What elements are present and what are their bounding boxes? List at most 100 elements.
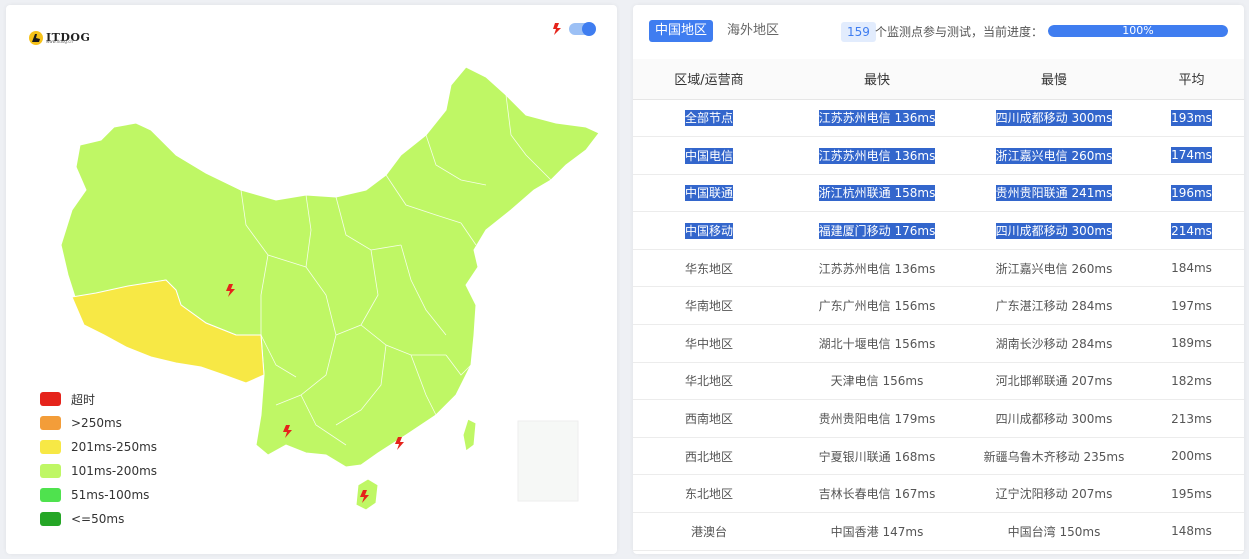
fastest-cell-text: 湖北十堰电信 156ms	[818, 336, 936, 351]
slowest-cell: 四川成都移动 300ms	[969, 99, 1139, 138]
legend-swatch	[40, 464, 61, 478]
progress-label: 100%	[1122, 25, 1154, 37]
legend-label: 101ms-200ms	[71, 464, 158, 478]
region-cell: 华南地区	[633, 286, 785, 326]
region-cell: 中国移动	[633, 211, 785, 250]
legend-item[interactable]: 201ms-250ms	[40, 435, 157, 459]
region-cell-text: 华北地区	[684, 374, 733, 389]
region-cell-text: 华南地区	[684, 299, 733, 314]
fastest-cell: 江苏苏州电信 136ms	[785, 99, 969, 138]
slowest-cell-text: 广东湛江移动 284ms	[995, 299, 1113, 314]
average-cell-text: 213ms	[1171, 411, 1212, 426]
legend-label: 超时	[71, 392, 96, 407]
table-row: 中国电信 江苏苏州电信 136ms 浙江嘉兴电信 260ms 174ms	[633, 136, 1244, 175]
progress-bar: 100%	[1048, 25, 1228, 37]
average-cell: 184ms	[1139, 249, 1244, 288]
table-row: 西南地区 贵州贵阳电信 179ms 四川成都移动 300ms 213ms	[633, 399, 1244, 438]
fastest-cell: 广东广州电信 156ms	[785, 286, 969, 326]
legend-item[interactable]: 101ms-200ms	[40, 459, 157, 483]
average-cell-text: 193ms	[1171, 109, 1212, 126]
slowest-cell: 湖南长沙移动 284ms	[969, 324, 1139, 363]
region-cell: 华中地区	[633, 324, 785, 363]
fastest-cell-text: 中国香港 147ms	[830, 524, 924, 539]
legend-label: 51ms-100ms	[71, 488, 150, 502]
slowest-cell-text: 湖南长沙移动 284ms	[995, 336, 1113, 351]
region-cell-text: 中国移动	[684, 223, 733, 240]
slowest-cell-text: 中国台湾 150ms	[1007, 524, 1101, 539]
average-cell: 213ms	[1139, 399, 1244, 438]
dog-icon	[29, 31, 43, 45]
region-cell: 港澳台	[633, 512, 785, 551]
region-cell-text: 中国联通	[684, 185, 733, 202]
itdog-logo: ITDOG www.itdog.cn	[28, 25, 90, 49]
region-cell: 中国电信	[633, 136, 785, 175]
fastest-cell-text: 广东广州电信 156ms	[818, 299, 936, 314]
average-cell: 214ms	[1139, 211, 1244, 250]
average-cell: 174ms	[1139, 136, 1244, 175]
logo-subtext: www.itdog.cn	[46, 39, 73, 44]
average-cell-text: 148ms	[1171, 524, 1212, 539]
fastest-cell-text: 江苏苏州电信 136ms	[818, 147, 936, 164]
average-cell-text: 174ms	[1171, 147, 1212, 164]
fastest-cell-text: 贵州贵阳电信 179ms	[818, 412, 936, 427]
tab-china[interactable]: 中国地区	[649, 20, 714, 42]
average-cell: 196ms	[1139, 174, 1244, 213]
fastest-cell: 中国香港 147ms	[785, 512, 969, 551]
slowest-cell: 四川成都移动 300ms	[969, 211, 1139, 250]
fastest-cell: 福建厦门移动 176ms	[785, 211, 969, 250]
average-cell-text: 196ms	[1171, 184, 1212, 201]
results-table: 区域/运营商 最快 最慢 平均 全部节点 江苏苏州电信 136ms 四川成都移动 3…	[633, 59, 1244, 551]
fastest-cell: 江苏苏州电信 136ms	[785, 249, 969, 288]
results-toolbar: 中国地区 海外地区 159 个监测点参与测试，当前进度： 100%	[633, 5, 1244, 60]
slowest-cell: 辽宁沈阳移动 207ms	[969, 474, 1139, 514]
legend-label: <=50ms	[71, 512, 125, 526]
probe-count-text: 个监测点参与测试，当前进度：	[875, 25, 1044, 39]
legend-item[interactable]: >250ms	[40, 411, 157, 435]
table-row: 中国联通 浙江杭州联通 158ms 贵州贵阳联通 241ms 196ms	[633, 174, 1244, 213]
column-header-average: 平均	[1139, 59, 1244, 100]
legend-item[interactable]: 51ms-100ms	[40, 483, 157, 507]
average-cell-text: 182ms	[1171, 373, 1212, 388]
fastest-cell: 宁夏银川联通 168ms	[785, 437, 969, 476]
slowest-cell-text: 河北邯郸联通 207ms	[995, 374, 1113, 389]
average-cell: 182ms	[1139, 362, 1244, 401]
fastest-cell-text: 天津电信 156ms	[830, 374, 924, 389]
legend-swatch	[40, 416, 61, 430]
slowest-cell: 中国台湾 150ms	[969, 512, 1139, 551]
slowest-cell-text: 四川成都移动 300ms	[995, 110, 1113, 127]
marker-toggle-switch[interactable]	[569, 22, 596, 36]
legend-label: 201ms-250ms	[71, 440, 158, 454]
average-cell: 195ms	[1139, 474, 1244, 514]
average-cell-text: 214ms	[1171, 222, 1212, 239]
table-row: 华北地区 天津电信 156ms 河北邯郸联通 207ms 182ms	[633, 362, 1244, 401]
slowest-cell: 广东湛江移动 284ms	[969, 286, 1139, 326]
legend-item[interactable]: 超时	[40, 387, 157, 411]
region-cell: 西北地区	[633, 437, 785, 476]
slowest-cell: 浙江嘉兴电信 260ms	[969, 136, 1139, 175]
table-row: 华中地区 湖北十堰电信 156ms 湖南长沙移动 284ms 189ms	[633, 324, 1244, 363]
average-cell: 148ms	[1139, 512, 1244, 551]
region-cell-text: 华中地区	[684, 336, 733, 351]
slowest-cell-text: 四川成都移动 300ms	[995, 223, 1113, 240]
column-header-fastest: 最快	[785, 59, 969, 100]
region-cell: 中国联通	[633, 174, 785, 213]
table-row: 中国移动 福建厦门移动 176ms 四川成都移动 300ms 214ms	[633, 211, 1244, 250]
lightning-icon	[553, 23, 561, 35]
legend-swatch	[40, 512, 61, 526]
column-header-slowest: 最慢	[969, 59, 1139, 100]
table-row: 全部节点 江苏苏州电信 136ms 四川成都移动 300ms 193ms	[633, 99, 1244, 138]
legend-item[interactable]: <=50ms	[40, 507, 157, 531]
region-cell-text: 西南地区	[684, 412, 733, 427]
table-row: 华南地区 广东广州电信 156ms 广东湛江移动 284ms 197ms	[633, 286, 1244, 326]
slowest-cell-text: 贵州贵阳联通 241ms	[995, 185, 1113, 202]
region-cell: 华东地区	[633, 249, 785, 288]
slowest-cell-text: 四川成都移动 300ms	[995, 412, 1113, 427]
slowest-cell: 河北邯郸联通 207ms	[969, 362, 1139, 401]
region-cell: 西南地区	[633, 399, 785, 438]
tab-overseas[interactable]: 海外地区	[721, 20, 785, 42]
probe-count-badge: 159	[841, 22, 876, 42]
slowest-cell-text: 新疆乌鲁木齐移动 235ms	[983, 449, 1125, 464]
region-cell-text: 港澳台	[690, 524, 727, 539]
fastest-cell: 江苏苏州电信 136ms	[785, 136, 969, 175]
region-cell-text: 西北地区	[684, 449, 733, 464]
